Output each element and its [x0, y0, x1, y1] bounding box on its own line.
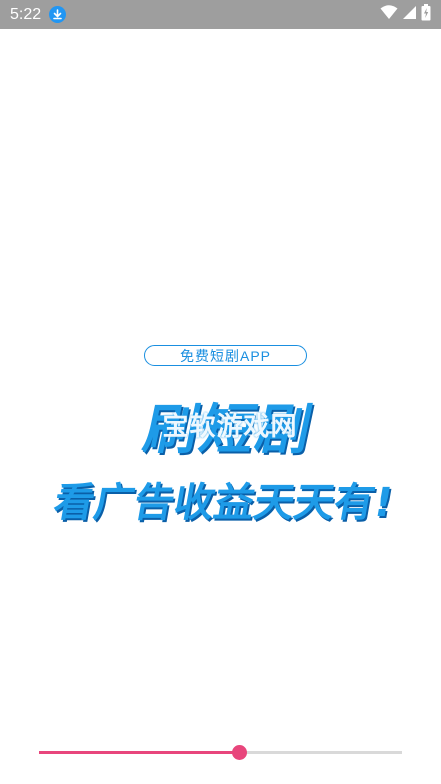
progress-fill	[39, 751, 239, 754]
tagline-text: 看广告收益天天有!	[50, 480, 397, 526]
slogan-badge: 免费短剧APP	[144, 345, 307, 366]
wifi-icon	[380, 5, 398, 24]
tagline: 看广告收益天天有!	[24, 469, 424, 529]
status-time: 5:22	[10, 5, 42, 23]
progress-thumb	[231, 745, 247, 760]
status-bar: 5:22	[0, 0, 441, 29]
status-left: 5:22	[10, 5, 67, 24]
download-icon	[49, 6, 67, 23]
splash-screen: 免费短剧APP 刷短剧 宝软游戏网 看广告收益天天有!	[0, 29, 441, 784]
loading-progress	[39, 744, 402, 760]
signal-icon	[402, 5, 417, 24]
battery-charging-icon	[421, 4, 431, 25]
status-right	[380, 4, 431, 25]
watermark: 宝软游戏网	[162, 411, 298, 442]
